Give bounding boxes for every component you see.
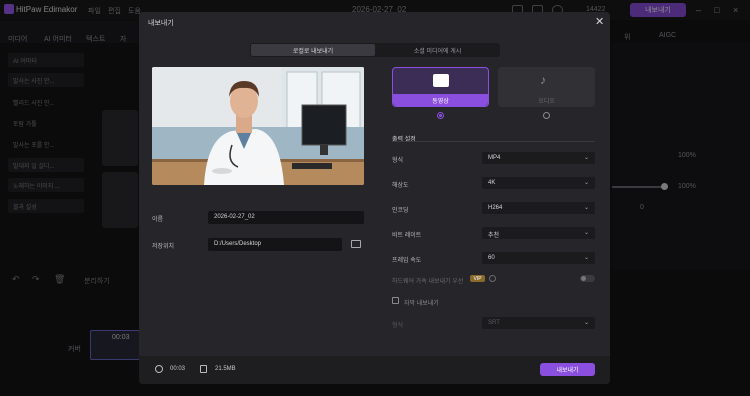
- chevron-down-icon: ⌄: [583, 180, 589, 186]
- format-label: 형식: [392, 158, 404, 164]
- bitrate-label: 비트 레이트: [392, 233, 422, 239]
- doctor-scene-image: [152, 67, 364, 185]
- framerate-label: 프레임 속도: [392, 258, 422, 264]
- resolution-value: 4K: [488, 180, 496, 186]
- format-select[interactable]: MP4 ⌄: [482, 152, 595, 164]
- filename-input[interactable]: 2026-02-27_02: [208, 211, 364, 224]
- chevron-down-icon: ⌄: [583, 320, 589, 326]
- file-icon: [200, 365, 207, 373]
- hw-accel-toggle[interactable]: [580, 275, 595, 282]
- video-card-label: 동영상: [393, 94, 488, 106]
- format-value: MP4: [488, 155, 501, 161]
- close-icon[interactable]: ✕: [595, 15, 604, 28]
- tab-local-export[interactable]: 로컬로 내보내기: [251, 44, 375, 56]
- export-duration: 00:03: [170, 366, 186, 372]
- framerate-value: 60: [488, 255, 495, 261]
- bitrate-value: 추천: [488, 233, 500, 239]
- video-icon: [433, 74, 449, 87]
- video-radio[interactable]: [437, 112, 444, 119]
- export-file-size: 21.5MB: [215, 366, 236, 372]
- framerate-select[interactable]: 60 ⌄: [482, 252, 595, 264]
- video-format-card[interactable]: 동영상: [392, 67, 489, 107]
- resolution-label: 해상도: [392, 183, 409, 189]
- video-preview: [152, 67, 364, 185]
- info-icon[interactable]: [489, 275, 496, 282]
- divider: [392, 141, 595, 142]
- bitrate-select[interactable]: 추천 ⌄: [482, 227, 595, 239]
- subtitle-export-label: 자막 내보내기: [404, 301, 439, 307]
- music-icon: ♪: [540, 73, 546, 87]
- tab-social-post[interactable]: 소셜 미디어에 게시: [376, 44, 499, 56]
- audio-card-label: 오디오: [538, 98, 555, 105]
- hw-accel-label: 하드웨어 가속 내보내기 우선: [392, 279, 464, 285]
- subtitle-format-label: 형식: [392, 323, 404, 329]
- export-button[interactable]: 내보내기: [540, 363, 595, 376]
- encoder-value: H264: [488, 205, 503, 211]
- path-label: 저장위치: [152, 244, 175, 250]
- chevron-down-icon: ⌄: [583, 230, 589, 236]
- folder-icon[interactable]: [351, 240, 361, 248]
- audio-format-card[interactable]: ♪ 오디오: [498, 67, 595, 107]
- subtitle-export-checkbox[interactable]: [392, 297, 399, 304]
- chevron-down-icon: ⌄: [583, 255, 589, 261]
- audio-radio[interactable]: [543, 112, 550, 119]
- resolution-select[interactable]: 4K ⌄: [482, 177, 595, 189]
- encoder-label: 인코딩: [392, 208, 409, 214]
- encoder-select[interactable]: H264 ⌄: [482, 202, 595, 214]
- subtitle-format-value: SRT: [488, 320, 500, 326]
- dialog-title: 내보내기: [148, 20, 174, 27]
- save-path-input[interactable]: D:/Users/Desktop: [208, 238, 342, 251]
- subtitle-format-select[interactable]: SRT ⌄: [482, 317, 595, 329]
- clock-icon: [155, 365, 163, 373]
- name-label: 이름: [152, 217, 164, 223]
- chevron-down-icon: ⌄: [583, 205, 589, 211]
- vip-badge: VIP: [470, 275, 485, 282]
- chevron-down-icon: ⌄: [583, 155, 589, 161]
